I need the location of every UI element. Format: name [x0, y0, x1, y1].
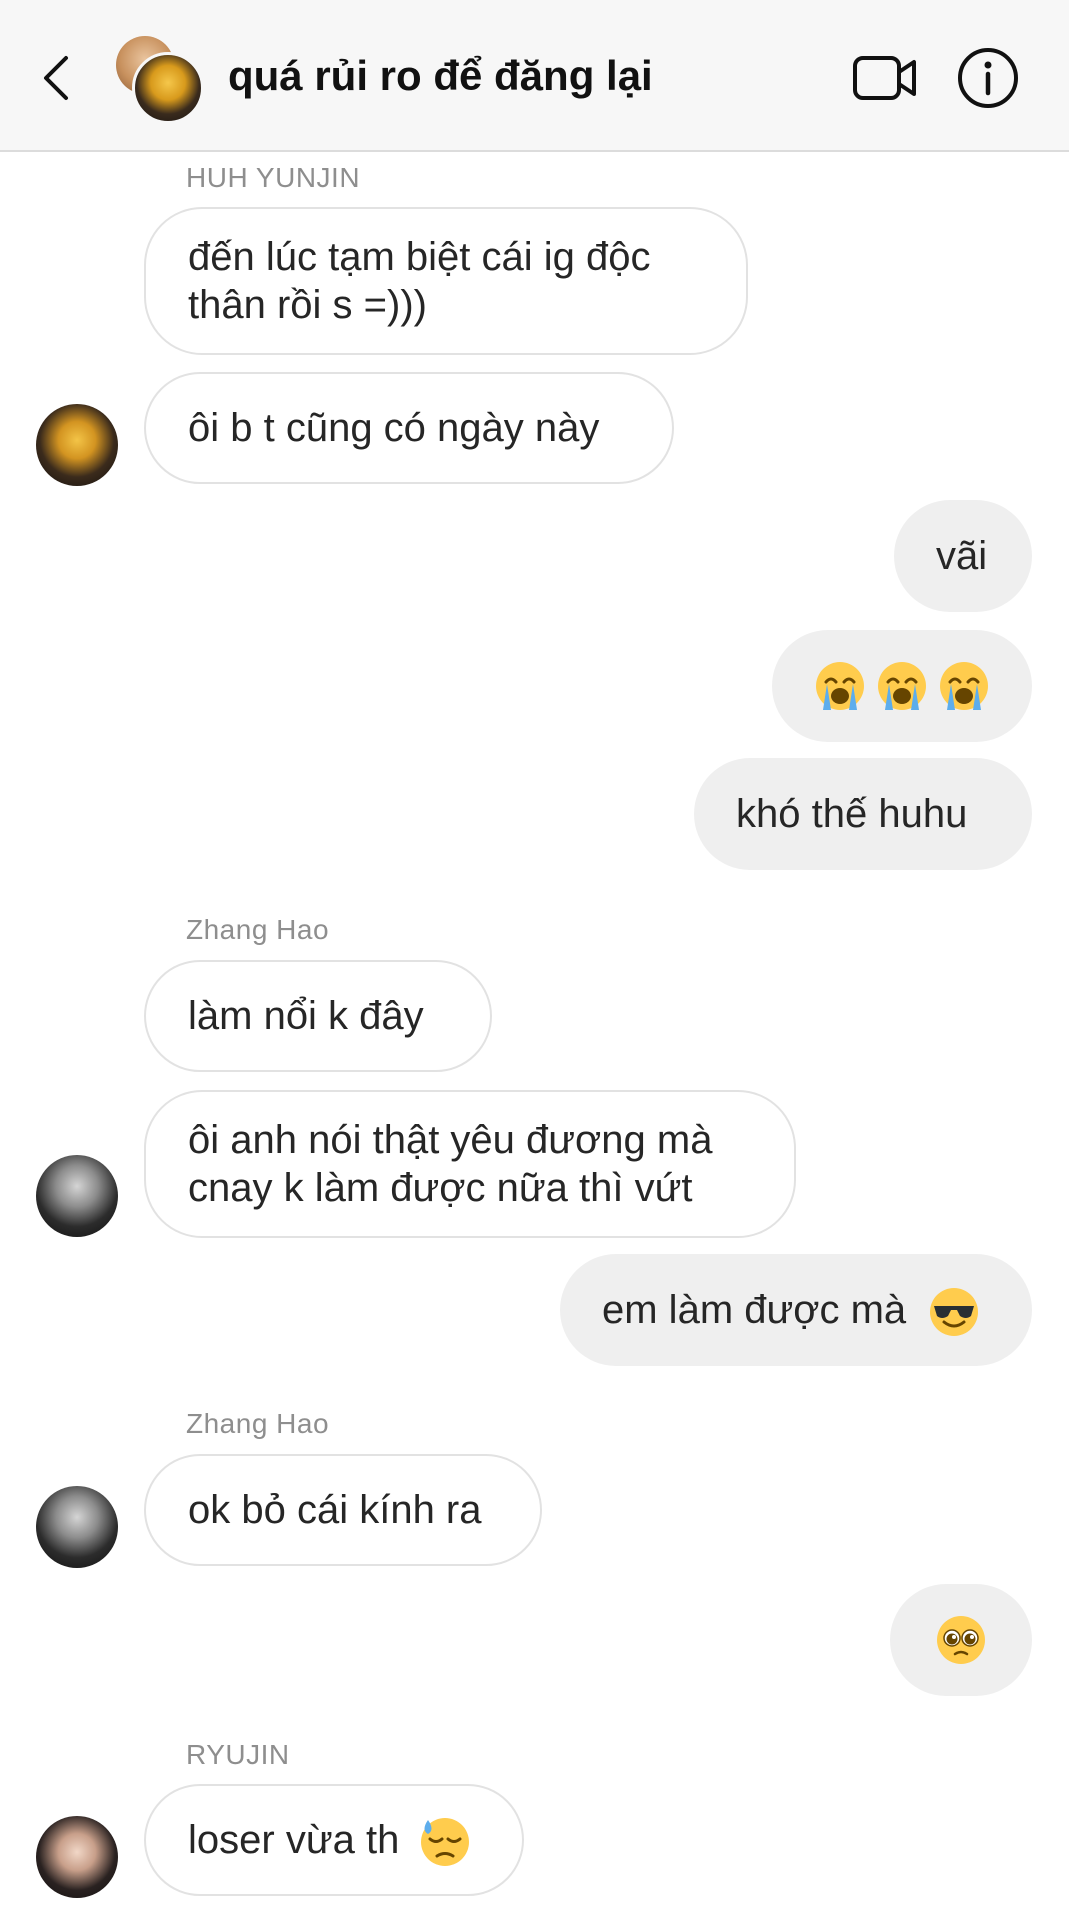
- sender-name: Zhang Hao: [186, 914, 330, 945]
- avatar-huh-yunjin[interactable]: [36, 404, 118, 486]
- message-text: cnay k làm được nữa thì vứt: [188, 1166, 693, 1210]
- message-bubble-incoming[interactable]: loser vừa th: [144, 1784, 524, 1896]
- message-bubble-incoming[interactable]: làm nổi k đây: [144, 960, 492, 1072]
- message-text: vãi: [936, 534, 988, 578]
- sender-name: RYUJIN: [186, 1739, 290, 1770]
- video-camera-icon: [853, 56, 916, 100]
- message-bubble-outgoing[interactable]: khó thế huhu: [694, 758, 1032, 870]
- message-text: em làm được mà: [602, 1288, 907, 1332]
- smiling-face-with-sunglasses-emoji: [930, 1288, 979, 1337]
- group-avatar-front: [132, 52, 204, 124]
- avatar-zhang-hao[interactable]: [36, 1486, 118, 1568]
- sender-name: Zhang Hao: [186, 1408, 330, 1439]
- message-text: ôi b t cũng có ngày này: [188, 406, 600, 450]
- info-circle-icon: [958, 48, 1018, 108]
- message-text: loser vừa th: [188, 1818, 400, 1862]
- message-text: làm nổi k đây: [188, 994, 424, 1038]
- message-bubble-incoming[interactable]: ôi anh nói thật yêu đương mà cnay k làm …: [144, 1090, 796, 1238]
- group-avatar[interactable]: [116, 36, 206, 124]
- message-text: khó thế huhu: [736, 792, 968, 836]
- chat-title[interactable]: quá rủi ro để đăng lại: [228, 48, 653, 104]
- message-bubble-incoming[interactable]: ok bỏ cái kính ra: [144, 1454, 542, 1566]
- chat-header: quá rủi ro để đăng lại: [0, 0, 1069, 152]
- message-bubble-incoming[interactable]: đến lúc tạm biệt cái ig độc thân rồi s =…: [144, 207, 748, 355]
- message-bubble-outgoing[interactable]: [890, 1584, 1032, 1696]
- message-bubble-outgoing[interactable]: vãi: [894, 500, 1032, 612]
- message-text: ok bỏ cái kính ra: [188, 1488, 482, 1532]
- video-call-button[interactable]: [852, 50, 918, 106]
- pleading-face-emoji: [937, 1616, 985, 1664]
- message-bubble-incoming[interactable]: ôi b t cũng có ngày này: [144, 372, 674, 484]
- back-button[interactable]: [36, 50, 80, 106]
- message-text: thân rồi s =))): [188, 283, 427, 327]
- message-bubble-outgoing[interactable]: [772, 630, 1032, 742]
- avatar-ryujin[interactable]: [36, 1816, 118, 1898]
- downcast-face-with-sweat-emoji: [421, 1818, 470, 1867]
- loudly-crying-face-emoji: [816, 662, 988, 710]
- message-text: đến lúc tạm biệt cái ig độc: [188, 235, 651, 279]
- message-text: ôi anh nói thật yêu đương mà: [188, 1118, 713, 1162]
- chevron-left-icon: [44, 56, 68, 100]
- sender-name: HUH YUNJIN: [186, 162, 361, 193]
- message-bubble-outgoing[interactable]: em làm được mà: [560, 1254, 1032, 1366]
- info-button[interactable]: [956, 46, 1020, 110]
- avatar-zhang-hao[interactable]: [36, 1155, 118, 1237]
